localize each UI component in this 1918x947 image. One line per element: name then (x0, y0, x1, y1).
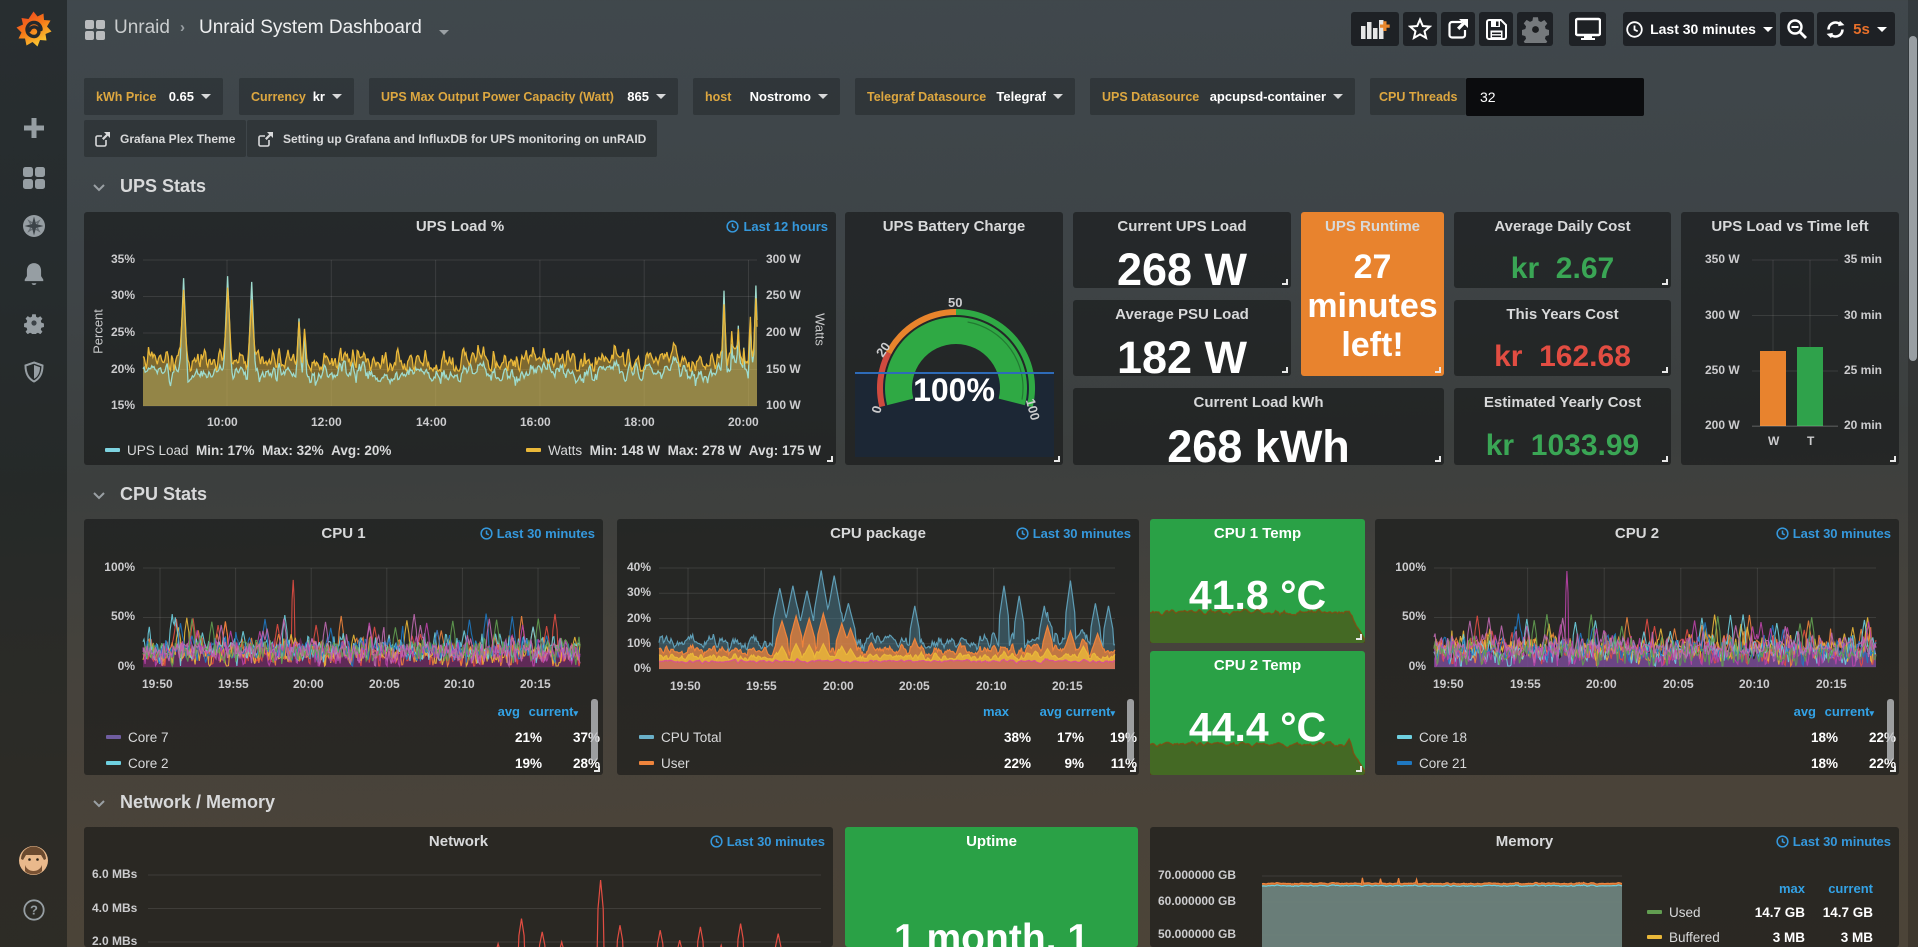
svg-text:?: ? (30, 903, 38, 918)
